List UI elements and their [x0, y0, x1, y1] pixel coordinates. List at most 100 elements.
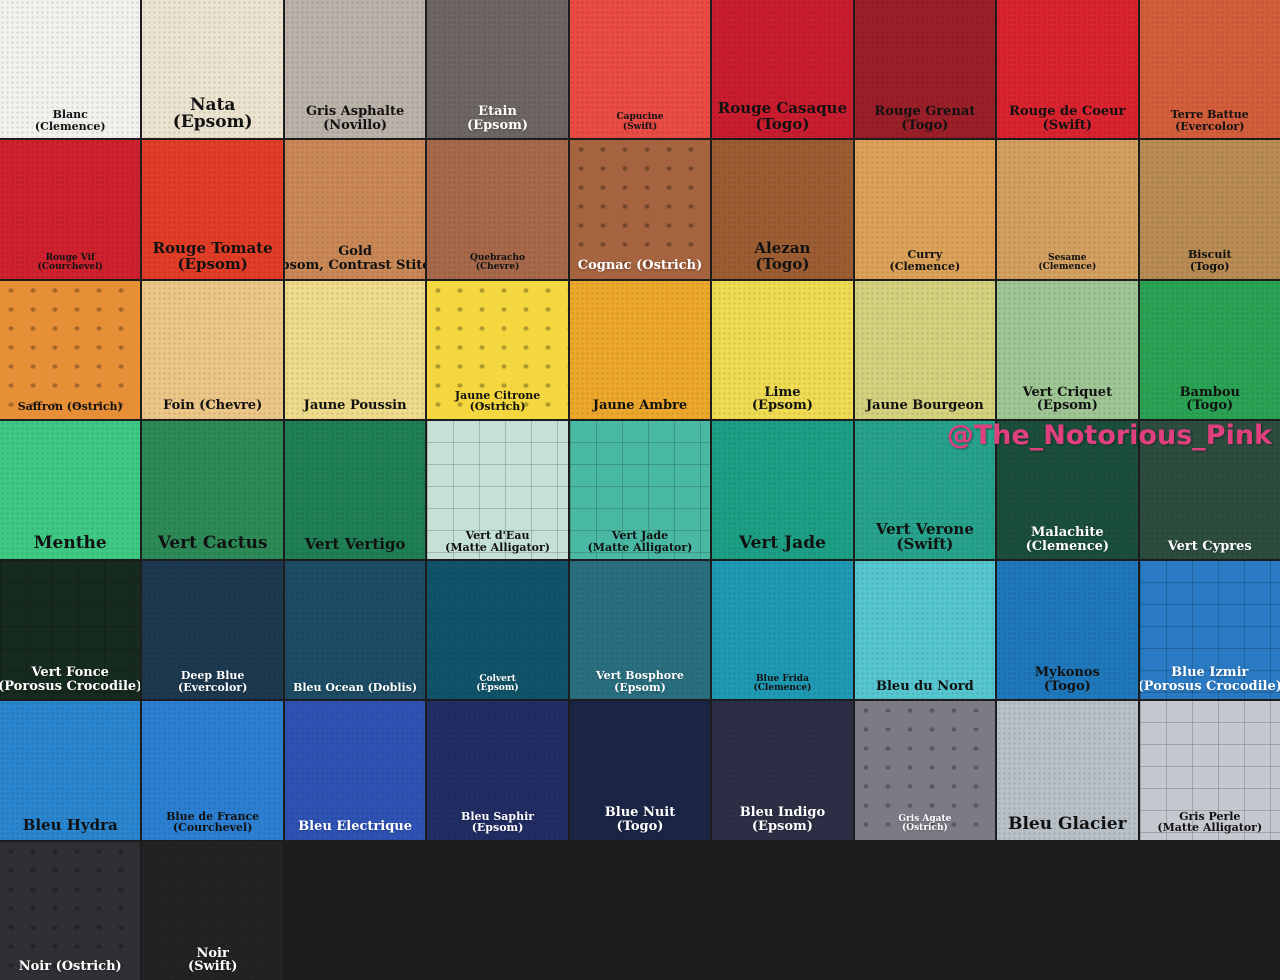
color-swatch[interactable]: Bleu Indigo (Epsom)	[712, 701, 853, 840]
color-swatch[interactable]: Vert Cactus	[142, 420, 283, 560]
color-swatch[interactable]: Etain (Epsom)	[427, 0, 568, 139]
swatch-material: (Courchevel)	[172, 821, 253, 835]
color-swatch[interactable]: Mykonos (Togo)	[997, 561, 1138, 700]
color-swatch[interactable]: Rouge Tomate (Epsom)	[142, 140, 283, 279]
color-swatch[interactable]: Jaune Citrone (Ostrich)	[427, 280, 568, 419]
swatch-material: (Togo)	[755, 114, 810, 133]
color-swatch[interactable]: Jaune Ambre	[569, 280, 711, 419]
swatch-material: (Epsom)	[177, 254, 248, 273]
color-swatch[interactable]: Vert Jade	[712, 420, 853, 560]
color-swatch[interactable]: Curry (Clemence)	[854, 140, 996, 279]
color-swatch[interactable]: Noir (Swift)	[142, 841, 283, 980]
swatch-name: Foin (Chevre)	[163, 398, 263, 414]
color-swatch[interactable]: Colvert (Epsom)	[427, 561, 568, 700]
color-swatch[interactable]: Rouge Casaque (Togo)	[712, 0, 853, 139]
swatch-material: (Epsom)	[476, 682, 519, 693]
color-swatch[interactable]: Noir (Ostrich)	[0, 841, 141, 980]
swatch-name: Jaune Bourgeon	[866, 398, 984, 414]
swatch-material: (Epsom)	[471, 821, 524, 835]
color-swatch[interactable]: Gris Agate (Ostrich)	[854, 701, 996, 840]
color-swatch[interactable]: Bleu Saphir (Epsom)	[427, 701, 568, 840]
color-swatch[interactable]: Terre Battue (Evercolor)	[1139, 0, 1280, 139]
color-swatch[interactable]: Jaune Poussin	[284, 280, 426, 419]
color-swatch[interactable]: Rouge Grenat (Togo)	[854, 0, 996, 139]
color-swatch[interactable]: Nata (Epsom)	[142, 0, 283, 139]
swatch-material: (Ostrich)	[469, 400, 526, 414]
swatch-name: Cognac (Ostrich)	[577, 257, 703, 273]
color-swatch[interactable]: Cognac (Ostrich)	[569, 140, 711, 279]
swatch-material: (Epsom)	[751, 819, 813, 835]
color-swatch[interactable]: Bleu Hydra	[0, 701, 141, 840]
color-swatch[interactable]: Menthe	[0, 420, 141, 560]
color-swatch[interactable]: Quebracho (Chevre)	[427, 140, 568, 279]
color-swatch[interactable]: Gris Perle (Matte Alligator)	[1139, 701, 1280, 840]
swatch-material: (Evercolor)	[177, 680, 248, 694]
swatch-material: (Swift)	[622, 121, 658, 132]
swatch-material: (Epsom)	[751, 398, 813, 414]
swatch-material: (Epsom)	[467, 117, 529, 133]
swatch-name: Gold	[338, 244, 372, 260]
color-swatch[interactable]: Saffron (Ostrich)	[0, 280, 141, 419]
color-swatch[interactable]: Blanc (Clemence)	[0, 0, 141, 139]
swatch-name: Jaune Poussin	[303, 398, 407, 414]
color-swatch[interactable]: Biscuit (Togo)	[1139, 140, 1280, 279]
color-swatch[interactable]: Vert Bosphore (Epsom)	[569, 561, 711, 700]
swatch-material: (Epsom)	[172, 112, 253, 133]
color-swatch[interactable]: Bleu Ocean (Doblis)	[284, 561, 426, 700]
swatch-material: (Matte Alligator)	[587, 540, 693, 554]
color-swatch[interactable]: Bambou (Togo)	[1139, 280, 1280, 419]
swatch-name: Lime	[764, 384, 801, 400]
swatch-material: (Swift)	[896, 535, 954, 554]
swatch-name: Vert Cypres	[1167, 538, 1252, 554]
swatch-material: (Evercolor)	[1175, 119, 1245, 133]
color-swatch[interactable]: Sesame (Clemence)	[997, 140, 1138, 279]
swatch-material: (Clemence)	[1038, 262, 1097, 273]
swatch-name: Rouge Grenat	[874, 104, 976, 119]
swatch-name: Bleu Ocean (Doblis)	[293, 680, 418, 694]
color-swatch[interactable]: Blue Frida (Clemence)	[712, 561, 853, 700]
swatch-material: (Clemence)	[1025, 538, 1110, 554]
color-swatch[interactable]: Vert d'Eau (Matte Alligator)	[427, 420, 568, 560]
color-swatch[interactable]: Alezan (Togo)	[712, 140, 853, 279]
color-swatch[interactable]: Deep Blue (Evercolor)	[142, 561, 283, 700]
color-swatch[interactable]: Lime (Epsom)	[712, 280, 853, 419]
color-swatch[interactable]: Blue Nuit (Togo)	[569, 701, 711, 840]
swatch-name: Bleu Glacier	[1008, 813, 1127, 834]
color-swatch[interactable]: Blue Izmir (Porosus Crocodile)	[1139, 561, 1280, 700]
color-swatch[interactable]: Gris Asphalte (Novillo)	[284, 0, 426, 139]
color-swatch[interactable]: Vert Fonce (Porosus Crocodile)	[0, 561, 141, 700]
color-swatch[interactable]: Foin (Chevre)	[142, 280, 283, 419]
swatch-material: (Ostrich)	[902, 823, 948, 834]
color-swatch[interactable]: Vert Vertigo	[284, 420, 426, 560]
color-swatch[interactable]: Bleu Electrique	[284, 701, 426, 840]
color-swatch[interactable]: Vert Criquet (Epsom)	[997, 280, 1138, 419]
swatch-material: (Matte Alligator)	[445, 540, 550, 554]
color-swatch[interactable]: Rouge Vif (Courchevel)	[0, 140, 141, 279]
color-swatch[interactable]: Bleu Glacier	[997, 701, 1138, 840]
swatch-material: (Togo)	[616, 819, 664, 835]
swatch-name: Bleu Electrique	[298, 819, 413, 835]
swatch-material: (Porosus Crocodile)	[0, 678, 141, 694]
swatch-name: Vert Fonce	[31, 665, 109, 681]
color-swatch[interactable]: Jaune Bourgeon	[854, 280, 996, 419]
color-swatch[interactable]: Capucine (Swift)	[569, 0, 711, 139]
swatch-material: (Courchevel)	[37, 262, 103, 273]
swatch-name: Jaune Ambre	[592, 398, 688, 414]
watermark: @The_Notorious_Pink	[946, 420, 1272, 451]
swatch-name: Blanc	[52, 108, 88, 122]
color-swatch-grid: Blanc (Clemence) Nata (Epsom) Gris Asphalte(…	[0, 0, 1280, 980]
color-swatch[interactable]: Vert Jade (Matte Alligator)	[569, 420, 711, 560]
color-swatch[interactable]: Bleu du Nord	[854, 561, 996, 700]
swatch-name: Gris Asphalte	[305, 104, 405, 119]
color-swatch[interactable]: Gold(Epsom, Contrast Stitch)	[284, 140, 426, 279]
swatch-name: Bambou	[1179, 384, 1240, 400]
swatch-material: (Epsom)	[1036, 398, 1098, 414]
swatch-name: Saffron (Ostrich)	[17, 400, 123, 414]
color-swatch[interactable]: Rouge de Coeur (Swift)	[997, 0, 1138, 139]
swatch-name: Vert Jade	[738, 533, 826, 554]
swatch-material: (Epsom, Contrast Stitch)	[284, 257, 425, 273]
swatch-material: (Togo)	[755, 254, 810, 273]
swatch-name: Menthe	[33, 533, 107, 554]
color-swatch[interactable]: Blue de France (Courchevel)	[142, 701, 283, 840]
swatch-name: Mykonos	[1034, 665, 1100, 681]
